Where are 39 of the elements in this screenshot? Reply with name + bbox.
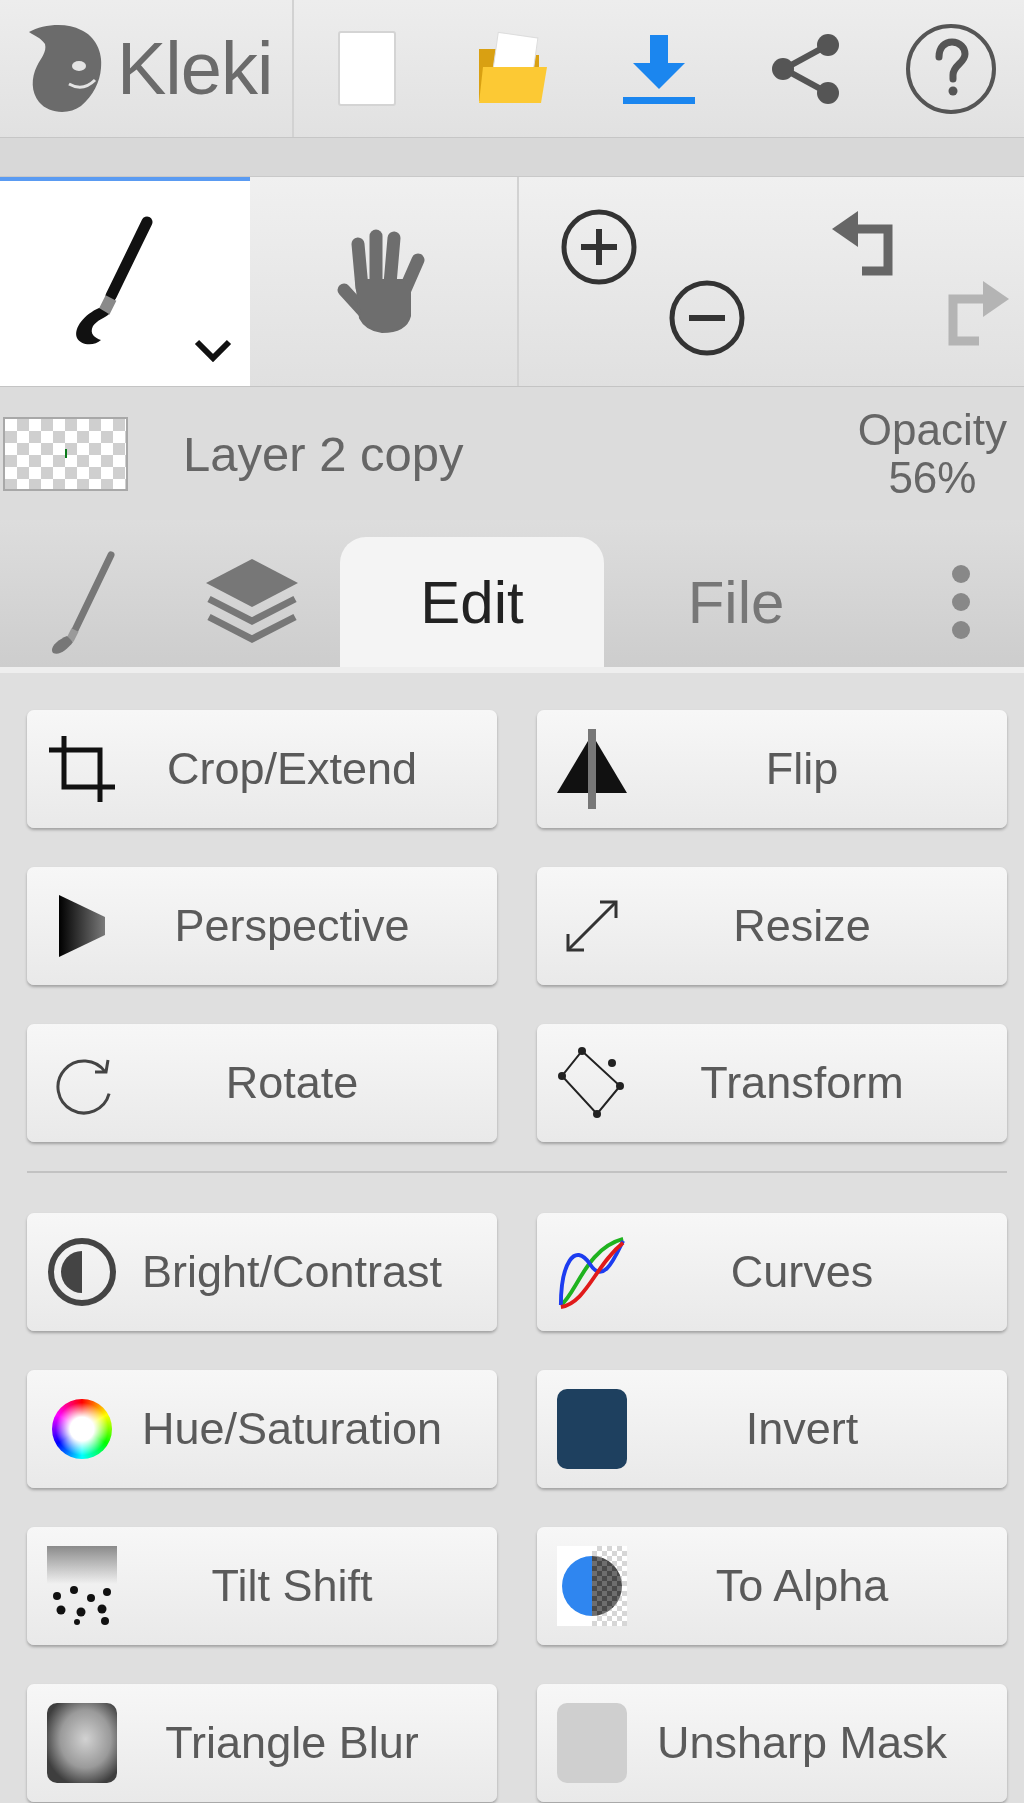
layer-name: Layer 2 copy xyxy=(183,425,464,482)
layers-icon xyxy=(206,559,298,645)
diagonal-arrow-icon xyxy=(564,898,620,954)
tab[interactable]: Edit xyxy=(340,537,604,667)
blurred-square-icon xyxy=(47,1703,117,1783)
edit-action-button[interactable]: Transform xyxy=(537,1024,1007,1142)
edit-action-button[interactable]: Perspective xyxy=(27,867,497,985)
opacity-value: 56% xyxy=(888,453,977,502)
zoom-in-icon[interactable] xyxy=(560,208,638,286)
zoom-out-icon[interactable] xyxy=(668,279,746,357)
download-icon[interactable] xyxy=(623,32,695,105)
half-filled-circle-icon xyxy=(47,1237,117,1307)
dots-gradient-icon xyxy=(47,1546,117,1626)
logo-text: Kleki xyxy=(117,26,273,111)
gradient-triangle-icon xyxy=(59,895,105,957)
edit-action-button[interactable]: Crop/Extend xyxy=(27,710,497,828)
edit-action-button[interactable]: Rotate xyxy=(27,1024,497,1142)
color-wheel-icon xyxy=(52,1399,112,1459)
edit-action-button[interactable]: Tilt Shift xyxy=(27,1527,497,1645)
mirrored-triangles-icon xyxy=(557,729,627,809)
opacity-label: Opacity xyxy=(857,405,1007,454)
edit-action-button[interactable]: Triangle Blur xyxy=(27,1684,497,1802)
edit-action-button[interactable]: Hue/Saturation xyxy=(27,1370,497,1488)
half-circle-checker-icon xyxy=(557,1546,627,1626)
rotated-square-icon xyxy=(557,1046,627,1120)
caret-icon xyxy=(193,338,233,362)
color-curves-icon xyxy=(557,1234,627,1310)
edit-action-button[interactable]: Invert xyxy=(537,1370,1007,1488)
more-icon[interactable] xyxy=(951,564,971,640)
help-icon[interactable] xyxy=(905,22,997,115)
edit-action-button[interactable]: To Alpha xyxy=(537,1527,1007,1645)
crop-icon xyxy=(47,734,117,804)
edit-action-button[interactable]: Curves xyxy=(537,1213,1007,1331)
brush-tool-button[interactable] xyxy=(0,177,250,386)
edit-action-button[interactable]: Resize xyxy=(537,867,1007,985)
edit-action-button[interactable]: Flip xyxy=(537,710,1007,828)
edit-action-button[interactable]: Unsharp Mask xyxy=(537,1684,1007,1802)
layer-thumbnail[interactable] xyxy=(3,416,128,491)
edit-action-button[interactable]: Bright/Contrast xyxy=(27,1213,497,1331)
